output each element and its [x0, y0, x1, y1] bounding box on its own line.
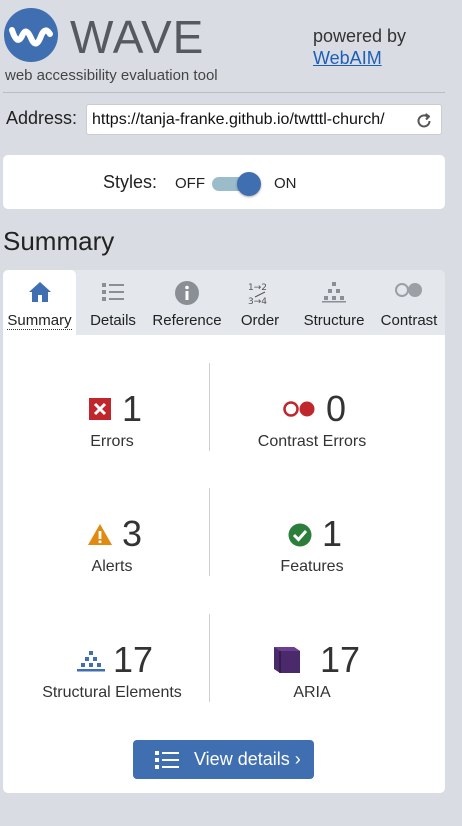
contrast-errors-count: 0	[326, 388, 347, 429]
view-details-label: View details ›	[194, 749, 301, 769]
structure-icon	[77, 651, 105, 672]
tab-contrast-label: Contrast	[380, 312, 438, 329]
structure-icon	[322, 282, 346, 303]
tab-bar: Summary Details Reference 1→2 3→4 Order	[3, 270, 445, 335]
aria-icon	[274, 647, 300, 673]
order-icon: 1→2 3→4	[248, 283, 267, 306]
errors-count: 1	[122, 388, 143, 429]
features-stat[interactable]: 1 Features	[212, 512, 412, 576]
wave-logo-icon[interactable]	[4, 8, 58, 62]
alerts-label: Alerts	[91, 558, 133, 575]
tab-summary[interactable]: Summary	[3, 270, 76, 335]
error-icon	[89, 398, 111, 420]
info-icon	[175, 281, 199, 305]
home-icon	[28, 282, 51, 302]
structural-label: Structural Elements	[42, 684, 182, 701]
tab-structure-label: Structure	[303, 312, 365, 329]
svg-text:3→4: 3→4	[248, 297, 267, 306]
powered-by: powered by WebAIM	[313, 25, 406, 69]
divider	[3, 92, 445, 93]
tab-order[interactable]: 1→2 3→4 Order	[231, 270, 289, 335]
alerts-stat[interactable]: 3 Alerts	[12, 512, 212, 576]
contrast-errors-label: Contrast Errors	[257, 433, 367, 450]
address-bar: Address:	[0, 104, 462, 136]
styles-off-label: OFF	[175, 175, 205, 192]
tab-reference-label: Reference	[152, 312, 222, 329]
features-count: 1	[322, 513, 343, 554]
tagline: web accessibility evaluation tool	[5, 67, 218, 84]
list-icon	[102, 283, 124, 301]
alert-icon	[88, 524, 112, 545]
errors-label: Errors	[90, 433, 134, 450]
structural-elements-stat[interactable]: 17 Structural Elements	[12, 638, 212, 702]
aria-label: ARIA	[293, 684, 331, 701]
contrast-error-icon	[283, 401, 315, 417]
styles-panel: Styles: OFF ON	[3, 155, 445, 209]
tab-structure[interactable]: Structure	[295, 270, 373, 335]
structural-count: 17	[113, 639, 154, 680]
errors-stat[interactable]: 1 Errors	[12, 387, 212, 451]
styles-label: Styles:	[103, 172, 158, 192]
styles-toggle[interactable]	[210, 172, 262, 196]
tab-contrast[interactable]: Contrast	[375, 270, 443, 335]
aria-stat[interactable]: 17 ARIA	[212, 638, 412, 702]
contrast-errors-stat[interactable]: 0 Contrast Errors	[212, 387, 412, 451]
tab-summary-label: Summary	[7, 312, 72, 330]
tab-order-label: Order	[240, 312, 280, 329]
alerts-count: 3	[122, 513, 143, 554]
toggle-knob[interactable]	[237, 172, 261, 196]
features-label: Features	[280, 558, 344, 575]
view-details-button[interactable]: View details ›	[133, 740, 314, 779]
feature-icon	[288, 523, 312, 547]
header: WAVE web accessibility evaluation tool p…	[0, 0, 462, 93]
powered-by-text: powered by	[313, 26, 407, 46]
summary-heading: Summary	[3, 226, 115, 256]
webaim-link[interactable]: WebAIM	[313, 47, 406, 69]
aria-count: 17	[320, 639, 361, 680]
tab-details[interactable]: Details	[81, 270, 145, 335]
list-icon	[155, 751, 179, 769]
address-field[interactable]	[86, 104, 442, 135]
styles-on-label: ON	[274, 175, 297, 192]
svg-text:1→2: 1→2	[248, 283, 267, 293]
address-label: Address:	[6, 108, 78, 128]
tab-details-label: Details	[90, 312, 136, 329]
address-input[interactable]	[92, 110, 402, 130]
reload-icon[interactable]	[415, 112, 433, 130]
summary-panel: 1 Errors 0 Contrast Errors 3 Alerts 1 Fe…	[3, 335, 445, 793]
tab-reference[interactable]: Reference	[149, 270, 225, 335]
contrast-icon	[395, 283, 422, 297]
app-title: WAVE	[70, 11, 205, 63]
